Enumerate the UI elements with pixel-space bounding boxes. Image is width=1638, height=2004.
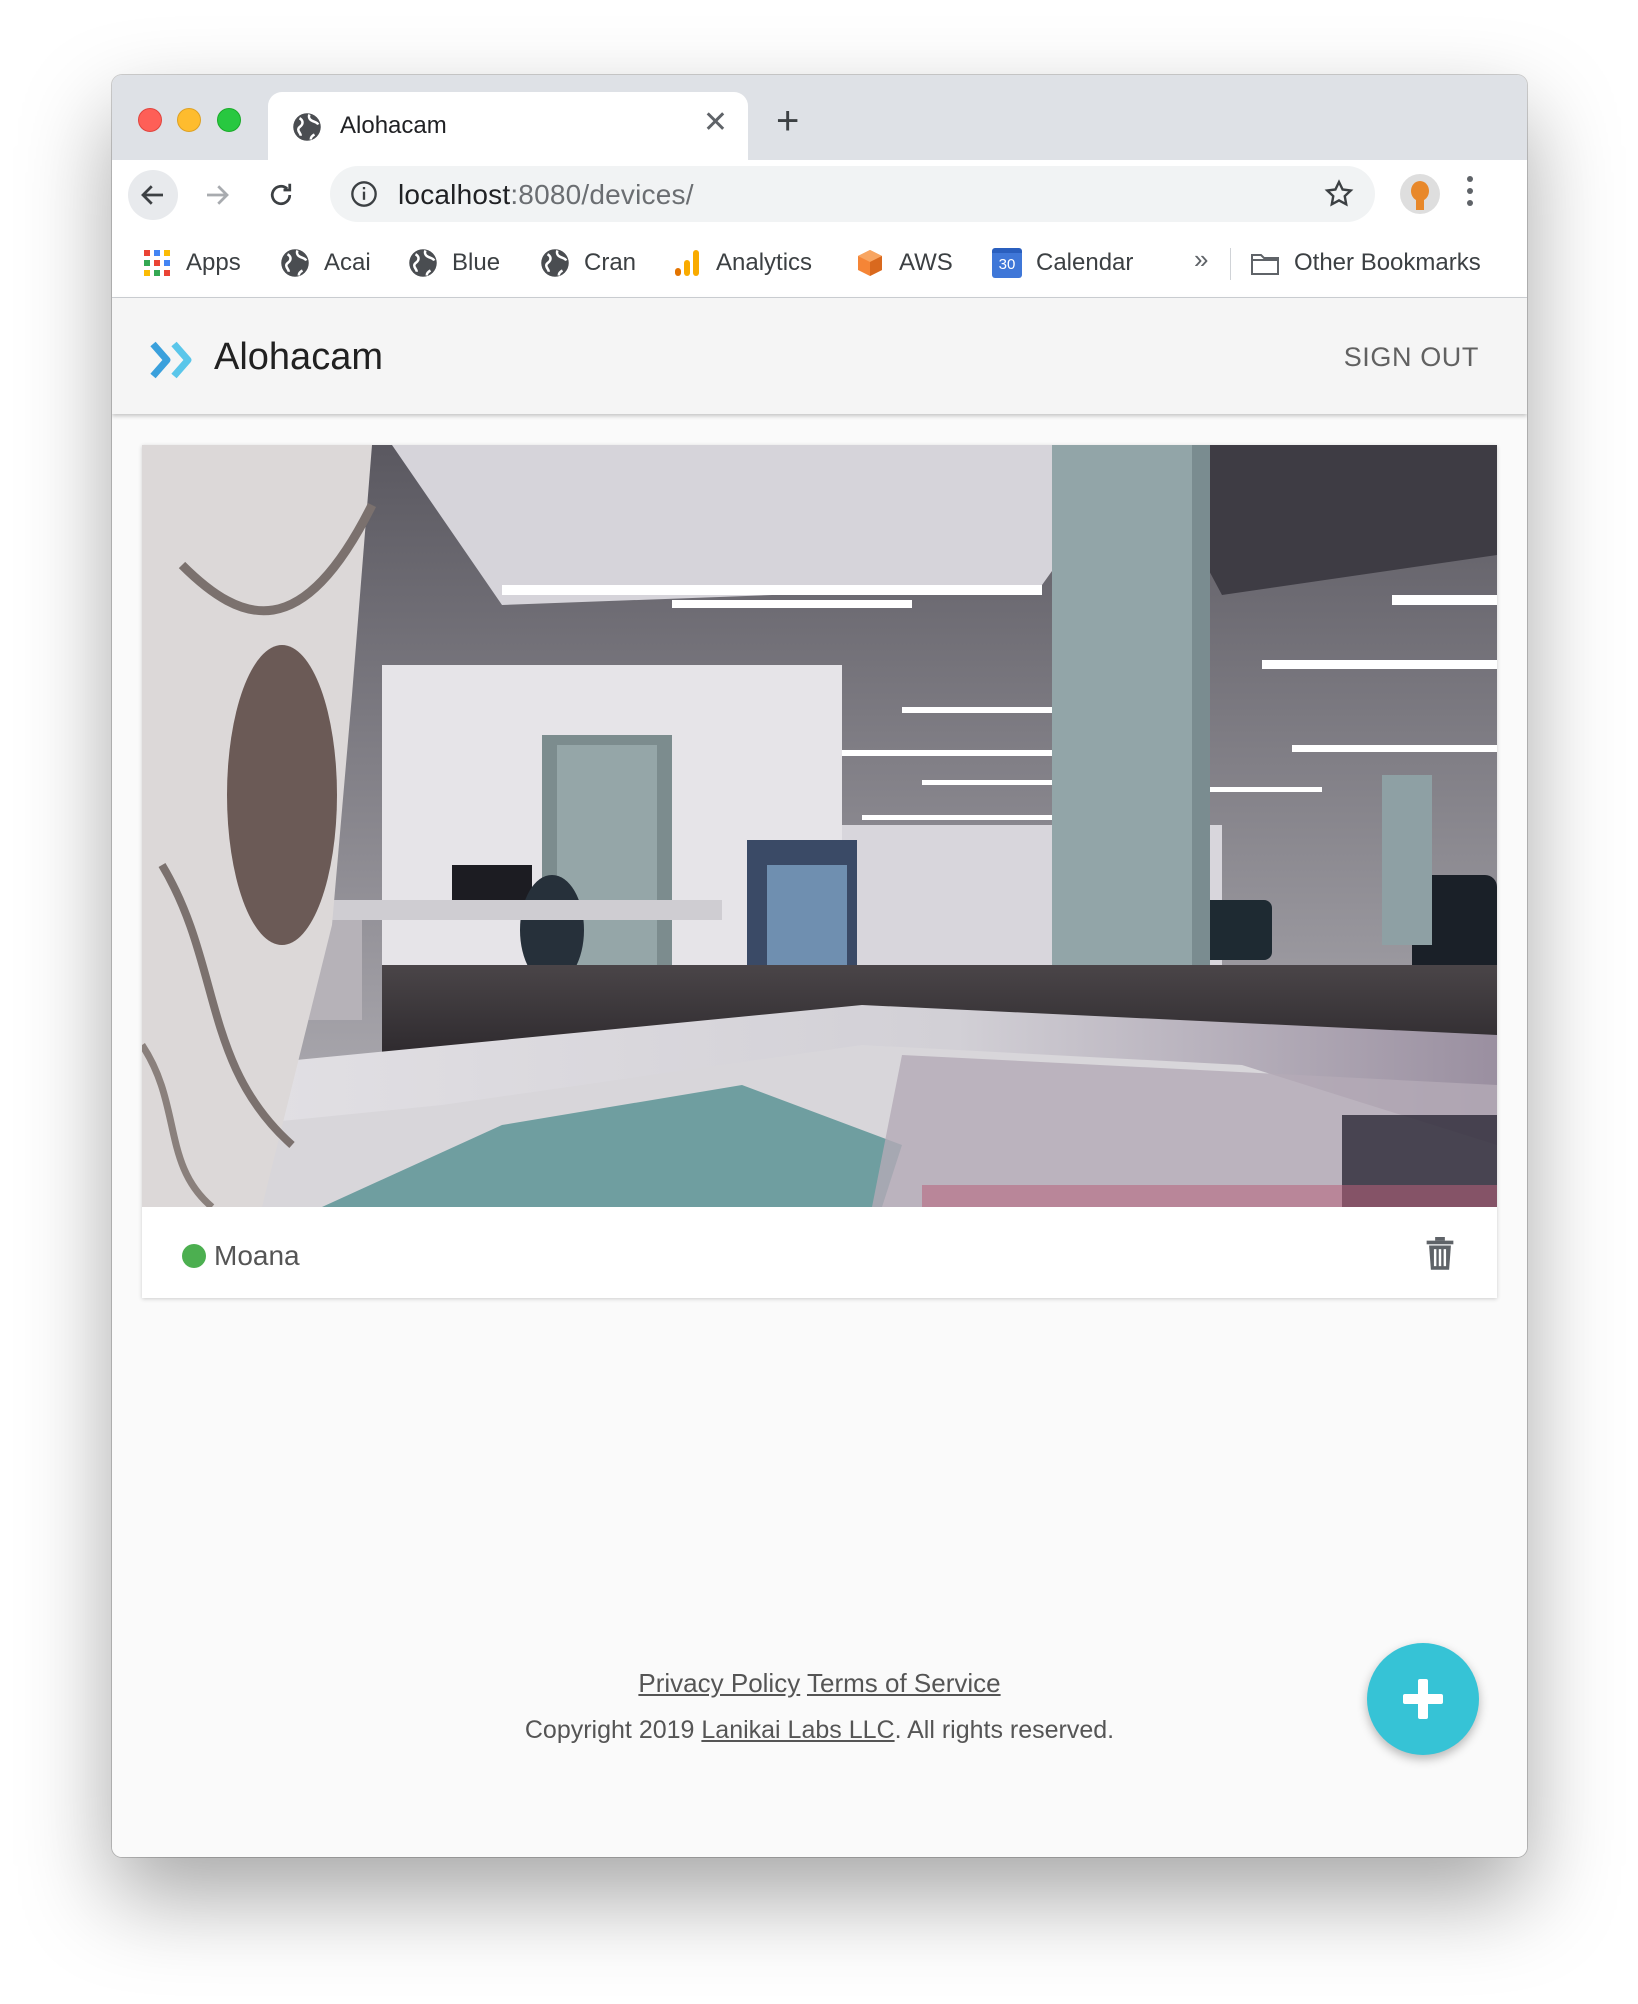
tab-alohacam[interactable]: Alohacam ✕ (268, 92, 748, 160)
reload-button[interactable] (256, 170, 306, 220)
online-status-indicator (182, 1244, 206, 1268)
app-bar: Alohacam SIGN OUT (112, 298, 1527, 414)
camera-preview-image[interactable] (142, 445, 1497, 1207)
bookmarks-overflow-button[interactable]: » (1194, 244, 1208, 275)
bookmark-label: Analytics (716, 249, 813, 276)
bookmark-label: Apps (186, 249, 241, 276)
reload-icon (270, 183, 292, 206)
bookmarks-bar: Apps Acai Blue Cran Analytics AWS 30 Cal… (112, 228, 1527, 298)
profile-avatar-icon (1411, 181, 1429, 210)
globe-icon (409, 249, 437, 277)
address-bar[interactable]: localhost:8080/devices/ (330, 166, 1375, 222)
bookmark-label: Acai (324, 249, 371, 276)
device-card[interactable]: Moana (142, 445, 1497, 1298)
back-arrow-icon (141, 185, 163, 205)
browser-menu-button[interactable] (1467, 176, 1475, 212)
bookmark-acai[interactable]: Acai (280, 246, 371, 280)
sign-out-button[interactable]: SIGN OUT (1344, 342, 1479, 373)
info-icon[interactable] (350, 180, 378, 208)
page-content: Alohacam SIGN OUT Moana Privacy Policy T… (112, 298, 1527, 1857)
bookmark-label: Blue (452, 249, 501, 276)
device-card-footer: Moana (142, 1207, 1497, 1298)
terms-of-service-link[interactable]: Terms of Service (807, 1668, 1001, 1698)
bookmark-aws[interactable]: AWS (855, 246, 953, 280)
bookmark-label: Cran (584, 249, 637, 276)
close-window-button[interactable] (138, 108, 162, 132)
back-button[interactable] (128, 170, 178, 220)
apps-grid-icon (144, 250, 170, 276)
privacy-policy-link[interactable]: Privacy Policy (638, 1668, 800, 1698)
bookmark-cran[interactable]: Cran (540, 246, 636, 280)
copyright-text: Copyright 2019 Lanikai Labs LLC. All rig… (524, 1716, 1115, 1744)
maximize-window-button[interactable] (217, 108, 241, 132)
delete-device-icon[interactable] (1425, 1237, 1455, 1271)
bookmark-label: AWS (899, 249, 953, 276)
minimize-window-button[interactable] (177, 108, 201, 132)
browser-toolbar: localhost:8080/devices/ (112, 160, 1527, 228)
new-tab-button[interactable]: + (776, 101, 799, 141)
brand-title[interactable]: Alohacam (214, 336, 383, 379)
globe-icon (293, 113, 321, 141)
browser-window: Alohacam ✕ + localhost:8080/devices/ App… (112, 75, 1527, 1857)
bookmarks-divider (1230, 248, 1231, 280)
bookmark-apps[interactable]: Apps (142, 246, 241, 280)
company-link[interactable]: Lanikai Labs LLC (701, 1716, 894, 1744)
device-name: Moana (214, 1240, 300, 1271)
profile-avatar[interactable] (1400, 174, 1440, 214)
bookmark-analytics[interactable]: Analytics (672, 246, 812, 280)
tab-strip: Alohacam ✕ + (112, 75, 1527, 160)
bookmark-label: Calendar (1036, 249, 1134, 276)
other-bookmarks-label: Other Bookmarks (1294, 249, 1481, 276)
footer-links: Privacy Policy Terms of Service (112, 1668, 1527, 1699)
forward-button[interactable] (192, 170, 242, 220)
tab-title: Alohacam (340, 112, 447, 139)
other-bookmarks-button[interactable]: Other Bookmarks (1250, 246, 1481, 280)
calendar-icon: 30 (992, 248, 1022, 278)
plus-icon (1403, 1679, 1443, 1719)
globe-icon (541, 249, 569, 277)
folder-icon (1251, 254, 1279, 275)
bookmark-star-icon[interactable] (1323, 178, 1355, 210)
forward-arrow-icon (207, 185, 229, 205)
globe-icon (281, 249, 309, 277)
add-device-button[interactable] (1367, 1643, 1479, 1755)
analytics-icon (675, 250, 699, 276)
close-tab-icon[interactable]: ✕ (703, 108, 728, 138)
url-text: localhost:8080/devices/ (398, 179, 694, 210)
alohacam-logo-icon[interactable] (150, 340, 200, 380)
bookmark-calendar[interactable]: 30 Calendar (992, 246, 1133, 280)
aws-icon (858, 250, 882, 276)
bookmark-blue[interactable]: Blue (408, 246, 500, 280)
